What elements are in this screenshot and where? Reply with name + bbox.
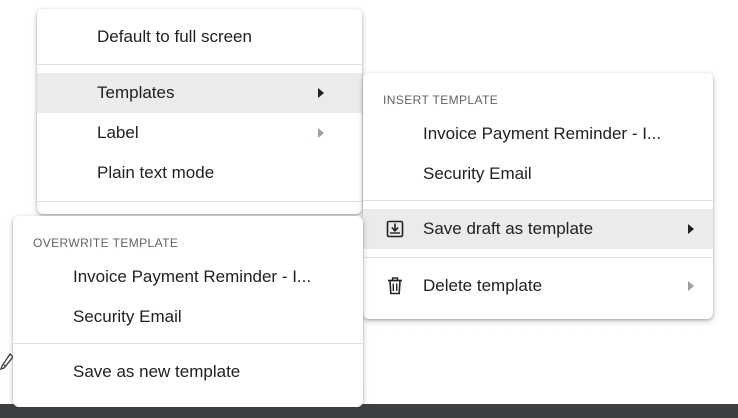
chevron-right-icon [315,113,325,153]
more-options-menu: Default to full screen Templates Label P… [37,9,362,214]
menu-item-label: Plain text mode [97,163,215,182]
menu-item-plain-text-mode[interactable]: Plain text mode [37,153,362,193]
pencil-icon [0,352,14,371]
template-label: Invoice Payment Reminder - I... [423,124,662,143]
save-template-icon [386,220,404,238]
overwrite-template-section-title: OVERWRITE TEMPLATE [13,229,363,257]
template-label: Invoice Payment Reminder - I... [73,267,312,286]
menu-item-label: Templates [97,83,175,102]
overwrite-template-item[interactable]: Invoice Payment Reminder - I... [13,257,363,297]
divider [363,257,713,258]
divider [13,343,363,344]
insert-template-item[interactable]: Security Email [363,154,713,194]
section-title-text: OVERWRITE TEMPLATE [33,236,179,250]
menu-item-save-draft-as-template[interactable]: Save draft as template [363,209,713,249]
section-title-text: INSERT TEMPLATE [383,93,499,107]
templates-submenu: INSERT TEMPLATE Invoice Payment Reminder… [363,73,713,319]
menu-item-templates[interactable]: Templates [37,73,362,113]
divider [37,201,362,202]
menu-item-save-as-new-template[interactable]: Save as new template [13,352,363,392]
menu-item-label: Save as new template [73,362,241,381]
overwrite-template-submenu: OVERWRITE TEMPLATE Invoice Payment Remin… [13,216,363,407]
chevron-right-icon [685,266,695,306]
insert-template-item[interactable]: Invoice Payment Reminder - I... [363,114,713,154]
menu-item-label: Save draft as template [423,219,594,238]
menu-item-default-full-screen[interactable]: Default to full screen [37,17,362,57]
menu-item-label[interactable]: Label [37,113,362,153]
overwrite-template-item[interactable]: Security Email [13,297,363,337]
divider [363,200,713,201]
trash-icon [388,277,402,295]
insert-template-section-title: INSERT TEMPLATE [363,86,713,114]
menu-item-delete-template[interactable]: Delete template [363,266,713,306]
divider [37,64,362,65]
template-label: Security Email [423,164,532,183]
menu-item-label: Default to full screen [97,27,252,46]
template-label: Security Email [73,307,182,326]
menu-item-label: Delete template [423,276,543,295]
chevron-right-icon [315,73,325,113]
menu-item-label-text: Label [97,123,139,142]
chevron-right-icon [685,209,695,249]
